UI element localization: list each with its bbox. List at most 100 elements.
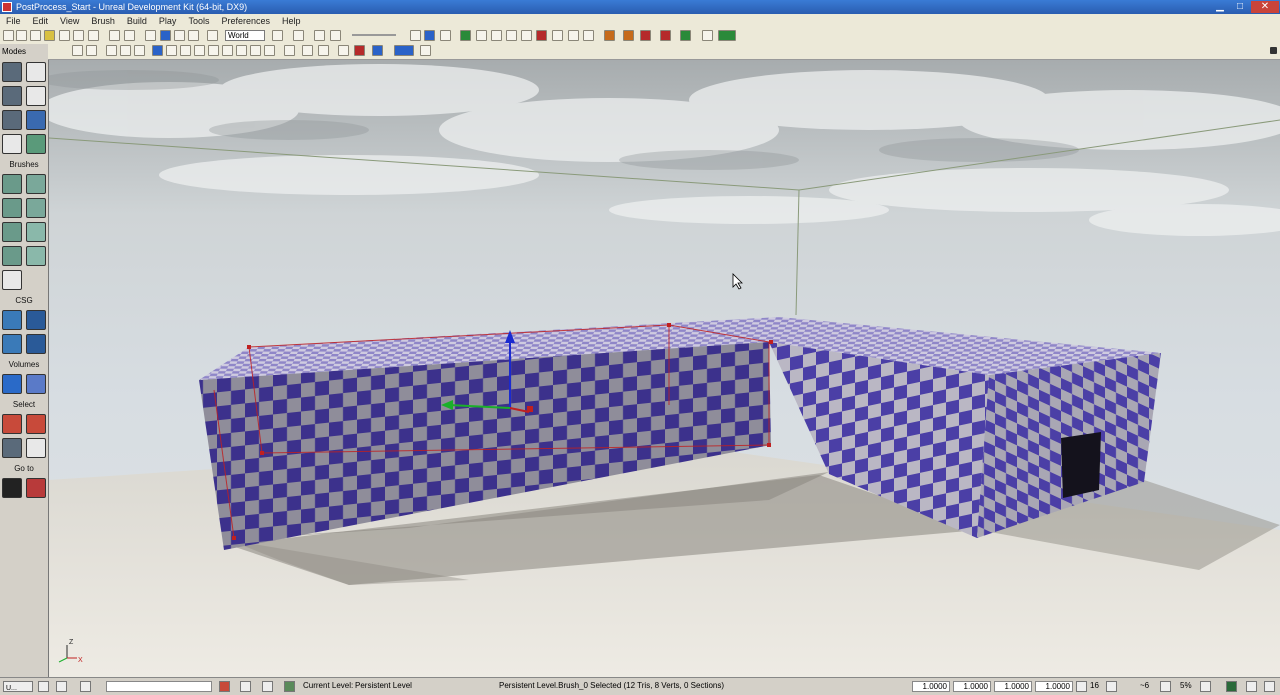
play-mobile-icon[interactable] bbox=[640, 30, 651, 41]
realtime-preview-icon[interactable] bbox=[372, 45, 383, 56]
stop-icon[interactable] bbox=[702, 30, 713, 41]
csg-subtract-icon[interactable] bbox=[26, 310, 46, 330]
taskbar-item[interactable]: U... bbox=[3, 681, 33, 692]
maximize-button[interactable]: □ bbox=[1231, 1, 1249, 13]
redo-icon[interactable] bbox=[124, 30, 135, 41]
perspective-viewport[interactable]: Z X bbox=[49, 60, 1280, 677]
minimize-button[interactable]: ▁ bbox=[1211, 1, 1229, 13]
menu-brush[interactable]: Brush bbox=[85, 14, 121, 28]
play-console-icon[interactable] bbox=[660, 30, 671, 41]
level-list-icon[interactable] bbox=[262, 681, 273, 692]
show-all-icon[interactable] bbox=[26, 438, 46, 458]
light-complexity-icon[interactable] bbox=[194, 45, 205, 56]
restore-panel-icon[interactable] bbox=[38, 681, 49, 692]
rotate-tool-icon[interactable] bbox=[174, 30, 185, 41]
drag-grid-w[interactable]: 1.0000 bbox=[1035, 681, 1073, 692]
translate-tool-icon[interactable] bbox=[160, 30, 171, 41]
close-panel-icon[interactable] bbox=[80, 681, 91, 692]
lit-icon[interactable] bbox=[152, 45, 163, 56]
lightmap-density-icon[interactable] bbox=[236, 45, 247, 56]
cone-brush-icon[interactable] bbox=[26, 174, 46, 194]
lit-lightmap-density-icon[interactable] bbox=[250, 45, 261, 56]
rotation-snap-toggle-icon[interactable] bbox=[1106, 681, 1117, 692]
volumetric-brush-icon[interactable] bbox=[2, 270, 22, 290]
level-browser-icon[interactable] bbox=[240, 681, 251, 692]
lighting-icon[interactable] bbox=[440, 30, 451, 41]
camera-speed-slider[interactable] bbox=[352, 34, 396, 36]
save-icon[interactable] bbox=[59, 30, 70, 41]
menu-play[interactable]: Play bbox=[153, 14, 183, 28]
undo-icon[interactable] bbox=[109, 30, 120, 41]
drag-grid-icon[interactable] bbox=[410, 30, 421, 41]
game-view-icon[interactable] bbox=[284, 45, 295, 56]
console-icon[interactable] bbox=[583, 30, 594, 41]
build-cover-icon[interactable] bbox=[506, 30, 517, 41]
landscape-mode-icon[interactable] bbox=[26, 110, 46, 130]
maximize-panel-icon[interactable] bbox=[56, 681, 67, 692]
play-viewport-icon[interactable] bbox=[394, 45, 414, 56]
pie-icon[interactable] bbox=[623, 30, 634, 41]
matinee-icon[interactable] bbox=[314, 30, 325, 41]
brush-wireframe-icon[interactable] bbox=[106, 45, 117, 56]
settings-icon[interactable] bbox=[1246, 681, 1257, 692]
grid-size-value[interactable]: 16 bbox=[1090, 681, 1099, 691]
close-button[interactable]: ✕ bbox=[1251, 1, 1279, 13]
cube-brush-icon[interactable] bbox=[2, 174, 22, 194]
linear-stair-icon[interactable] bbox=[2, 222, 22, 242]
play-level-icon[interactable] bbox=[680, 30, 691, 41]
csg-deintersect-icon[interactable] bbox=[26, 334, 46, 354]
detail-lighting-icon[interactable] bbox=[166, 45, 177, 56]
viewport-options-icon[interactable] bbox=[86, 45, 97, 56]
open-icon[interactable] bbox=[16, 30, 27, 41]
menu-preferences[interactable]: Preferences bbox=[215, 14, 276, 28]
hide-selected-icon[interactable] bbox=[2, 438, 22, 458]
menu-edit[interactable]: Edit bbox=[27, 14, 55, 28]
select-all-icon[interactable] bbox=[2, 414, 22, 434]
grid-toggle-icon[interactable] bbox=[1076, 681, 1087, 692]
play-options-icon[interactable] bbox=[568, 30, 579, 41]
cylinder-brush-icon[interactable] bbox=[26, 198, 46, 218]
build-lighting-icon[interactable] bbox=[476, 30, 487, 41]
geometry-mode-icon[interactable] bbox=[26, 62, 46, 82]
viewport-menu-icon[interactable] bbox=[1270, 47, 1277, 54]
reflections-icon[interactable] bbox=[264, 45, 275, 56]
maximize-viewport-icon[interactable] bbox=[420, 45, 431, 56]
favorites-icon[interactable] bbox=[44, 30, 55, 41]
build-paths-icon[interactable] bbox=[491, 30, 502, 41]
level-icon[interactable] bbox=[219, 681, 230, 692]
menu-view[interactable]: View bbox=[54, 14, 85, 28]
menu-help[interactable]: Help bbox=[276, 14, 307, 28]
unlit-icon[interactable] bbox=[134, 45, 145, 56]
scale-snap-value[interactable]: 5% bbox=[1180, 681, 1192, 691]
rotation-snap-value[interactable]: ~6 bbox=[1140, 681, 1149, 691]
save-level-icon[interactable] bbox=[88, 30, 99, 41]
drag-grid-y[interactable]: 1.0000 bbox=[953, 681, 991, 692]
content-browser-icon[interactable] bbox=[330, 30, 341, 41]
find-icon[interactable] bbox=[272, 30, 283, 41]
streaming-icon[interactable] bbox=[284, 681, 295, 692]
foliage-mode-icon[interactable] bbox=[2, 134, 22, 154]
help-icon[interactable] bbox=[1264, 681, 1275, 692]
kismet-icon[interactable] bbox=[293, 30, 304, 41]
coordinate-system-select[interactable]: World bbox=[225, 30, 265, 41]
scale-snap-toggle-icon[interactable] bbox=[1160, 681, 1171, 692]
tree-mode-icon[interactable] bbox=[26, 134, 46, 154]
play-in-editor-icon[interactable] bbox=[718, 30, 736, 41]
record-icon[interactable] bbox=[354, 45, 365, 56]
curved-stair-icon[interactable] bbox=[2, 198, 22, 218]
select-tool-icon[interactable] bbox=[145, 30, 156, 41]
goto-builder-brush-icon[interactable] bbox=[26, 478, 46, 498]
menu-build[interactable]: Build bbox=[121, 14, 153, 28]
csg-intersect-icon[interactable] bbox=[2, 334, 22, 354]
volume-classes-icon[interactable] bbox=[26, 374, 46, 394]
texture-align-icon[interactable] bbox=[26, 86, 46, 106]
menu-tools[interactable]: Tools bbox=[182, 14, 215, 28]
csg-add-icon[interactable] bbox=[2, 310, 22, 330]
build-all-icon[interactable] bbox=[521, 30, 532, 41]
camera-mode-icon[interactable] bbox=[2, 62, 22, 82]
autosave-toggle-icon[interactable] bbox=[1200, 681, 1211, 692]
command-input[interactable] bbox=[106, 681, 212, 692]
new-icon[interactable] bbox=[3, 30, 14, 41]
build-geometry-icon[interactable] bbox=[460, 30, 471, 41]
perspective-icon[interactable] bbox=[72, 45, 83, 56]
